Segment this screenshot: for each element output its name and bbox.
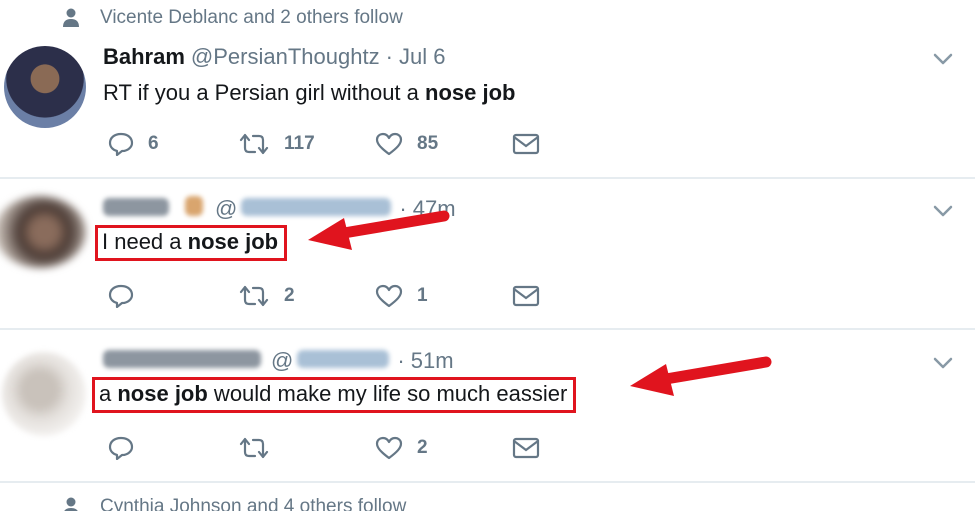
tweet-timestamp[interactable]: · 51m [397,348,453,374]
message-icon [512,437,540,459]
redacted-name [103,198,169,216]
message-icon [512,133,540,155]
tweet-text: RT if you a Persian girl without a nose … [103,80,515,106]
retweet-button[interactable] [238,437,375,459]
message-button[interactable] [512,437,540,459]
tweet-text-plain: RT if you a Persian girl without a [103,80,426,105]
like-count: 1 [417,285,428,306]
redacted-name [103,350,261,368]
retweet-button[interactable]: 2 [238,285,375,307]
avatar[interactable] [0,196,86,268]
like-icon [375,436,403,460]
chevron-down-icon[interactable] [933,356,953,370]
message-icon [512,285,540,307]
chevron-down-icon[interactable] [933,52,953,66]
tweet-text-bold: nose job [425,80,516,105]
person-icon [63,8,79,27]
tweet[interactable]: @ · 51m a nose job would make my life so… [0,330,975,480]
tweet-actions: 2 1 [108,284,540,308]
social-context-top: Vicente Deblanc and 2 others follow [62,7,403,29]
tweet-header: Bahram @PersianThoughtz · Jul 6 [103,44,446,70]
tweet-text-bold: nose job [117,381,208,406]
author-name[interactable]: Bahram [103,44,185,70]
author-handle[interactable]: @ [271,348,293,374]
avatar[interactable] [4,46,86,128]
like-button[interactable]: 1 [375,284,512,308]
reply-icon [108,132,134,156]
tweet-timestamp[interactable]: · Jul 6 [386,44,446,70]
chevron-down-icon[interactable] [933,204,953,218]
social-context-bottom: Cynthia Johnson and 4 others follow [62,496,406,511]
reply-button[interactable] [108,284,238,308]
tweet[interactable]: @ · 47m I need a nose job 2 1 [0,178,975,326]
tweet-text: I need a nose job [95,225,288,261]
reply-button[interactable]: 6 [108,132,238,156]
tweet-actions: 2 [108,436,540,460]
tweet-text-plain: I need a [102,229,188,254]
social-context-text[interactable]: Cynthia Johnson and 4 others follow [100,496,406,511]
retweet-icon [239,437,269,459]
tweet-text: a nose job would make my life so much ea… [92,377,577,413]
reply-icon [108,284,134,308]
message-button[interactable] [512,133,540,155]
retweet-button[interactable]: 117 [238,133,375,155]
like-button[interactable]: 85 [375,132,512,156]
reply-icon [108,436,134,460]
tweet-header: @ · 51m [103,348,454,374]
tweet-actions: 6 117 85 [108,132,540,156]
red-arrow-icon [308,210,450,250]
tweet-text-suffix: would make my life so much eassier [207,381,568,406]
divider [0,481,975,483]
social-context-text[interactable]: Vicente Deblanc and 2 others follow [100,7,403,29]
author-handle[interactable]: @ [215,196,237,222]
like-button[interactable]: 2 [375,436,512,460]
author-handle[interactable]: @PersianThoughtz [191,44,380,70]
avatar[interactable] [2,352,86,436]
retweet-icon [239,285,269,307]
tweet-text-bold: nose job [187,229,279,254]
emoji-icon [185,196,203,216]
person-icon [64,497,78,511]
retweet-count: 2 [284,285,295,306]
like-count: 2 [417,437,428,458]
reply-button[interactable] [108,436,238,460]
redacted-handle [297,350,390,368]
tweet-text-prefix: a [99,381,118,406]
red-arrow-icon [630,356,772,396]
message-button[interactable] [512,285,540,307]
retweet-icon [239,133,269,155]
like-icon [375,132,403,156]
retweet-count: 117 [284,133,315,154]
tweet[interactable]: Bahram @PersianThoughtz · Jul 6 RT if yo… [0,40,975,176]
like-icon [375,284,403,308]
reply-count: 6 [148,133,159,154]
like-count: 85 [417,133,439,154]
